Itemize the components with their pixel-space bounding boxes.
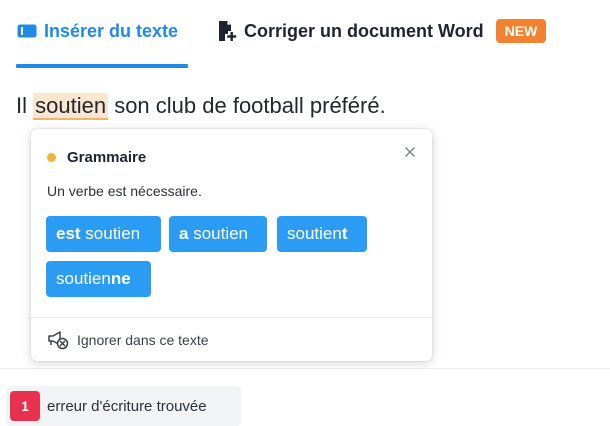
popover-message: Un verbe est nécessaire.	[47, 183, 202, 199]
suggestion-soutienne[interactable]: soutienne	[46, 261, 151, 297]
suggestion-rest: soutien	[80, 224, 141, 243]
tab-bar: Insérer du texte Corriger un document Wo…	[0, 0, 610, 68]
error-count-badge: 1	[10, 391, 40, 421]
popover-divider	[31, 317, 432, 318]
tab-insert-text[interactable]: Insérer du texte	[16, 20, 188, 68]
editor-text[interactable]: Il soutien son club de football préféré.	[16, 93, 386, 120]
error-summary[interactable]: 1 erreur d'écriture trouvée	[6, 386, 241, 426]
correction-popover: Grammaire Un verbe est nécessaire. est s…	[31, 129, 432, 361]
suggestion-bold: ne	[110, 269, 131, 288]
text-box-icon	[16, 20, 38, 42]
suggestion-soutient[interactable]: soutient	[277, 216, 367, 252]
suggestion-prefix: soutien	[56, 269, 111, 288]
ignore-in-text-button[interactable]: Ignorer dans ce texte	[47, 330, 209, 350]
tab-insert-text-label: Insérer du texte	[44, 21, 179, 41]
suggestion-bold: est	[56, 224, 81, 243]
tab-correct-word-document-label: Corriger un document Word	[244, 21, 484, 41]
text-after: son club de football préféré.	[108, 93, 386, 118]
megaphone-off-icon	[47, 330, 69, 350]
popover-header: Grammaire	[47, 149, 146, 166]
popover-category: Grammaire	[67, 149, 147, 166]
suggestion-a-soutien[interactable]: a soutien	[169, 216, 267, 252]
suggestion-est-soutien[interactable]: est soutien	[46, 216, 161, 252]
flagged-word[interactable]: soutien	[33, 93, 109, 120]
document-add-icon	[216, 20, 238, 42]
tab-correct-word-document[interactable]: Corriger un document Word NEW	[216, 19, 547, 68]
grammar-dot-icon	[47, 153, 56, 162]
suggestion-bold: t	[341, 224, 348, 243]
suggestion-prefix: soutien	[287, 224, 342, 243]
ignore-label: Ignorer dans ce texte	[77, 332, 209, 348]
error-summary-label: erreur d'écriture trouvée	[47, 397, 207, 415]
footer-divider	[0, 368, 610, 369]
new-badge: NEW	[495, 19, 547, 43]
suggestion-rest: soutien	[188, 224, 249, 243]
close-button[interactable]	[402, 145, 418, 161]
close-icon	[405, 144, 415, 162]
text-before: Il	[16, 93, 34, 118]
